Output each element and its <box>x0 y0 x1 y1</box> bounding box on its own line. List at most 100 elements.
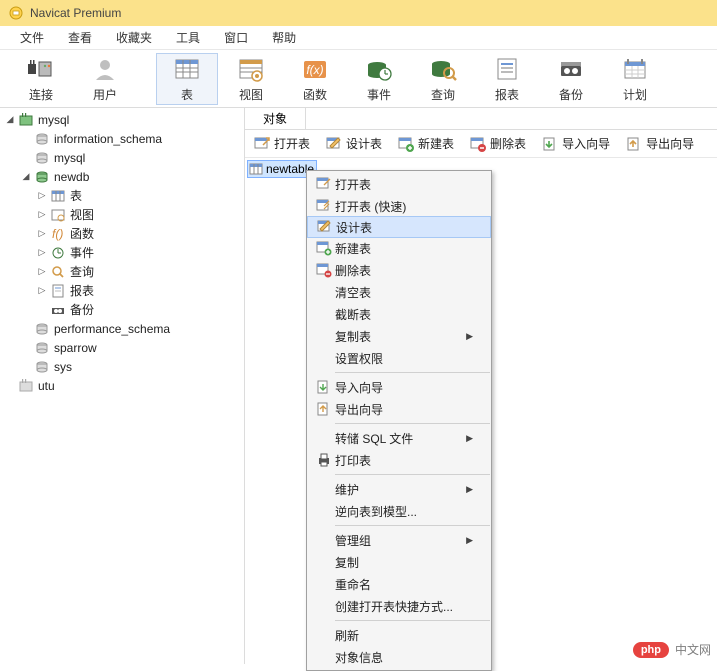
fx-icon: f() <box>50 226 66 242</box>
cm-import-wizard[interactable]: 导入向导 <box>307 376 491 398</box>
menu-view[interactable]: 查看 <box>56 26 104 49</box>
tool-event-button[interactable]: 事件 <box>348 53 410 105</box>
cm-rename[interactable]: 重命名 <box>307 573 491 595</box>
tool-schedule-button[interactable]: 计划 <box>604 53 666 105</box>
database-icon <box>34 321 50 337</box>
tree-node-reports[interactable]: ▷报表 <box>0 281 244 300</box>
table-icon <box>173 54 201 84</box>
tool-query-button[interactable]: 查询 <box>412 53 474 105</box>
tool-connect-button[interactable]: 连接 <box>10 53 72 105</box>
menu-separator <box>335 423 490 424</box>
expand-icon[interactable]: ▷ <box>36 190 48 202</box>
tree-node-functions[interactable]: ▷f()函数 <box>0 224 244 243</box>
expand-icon[interactable]: ▷ <box>36 228 48 240</box>
collapse-icon[interactable]: ◢ <box>20 171 32 183</box>
tree-node-events[interactable]: ▷事件 <box>0 243 244 262</box>
tree-db-mysql[interactable]: mysql <box>0 148 244 167</box>
table-icon <box>248 161 264 177</box>
cm-manage-group[interactable]: 管理组▶ <box>307 529 491 551</box>
backup-icon <box>557 54 585 84</box>
tree-db-sys[interactable]: sys <box>0 357 244 376</box>
database-open-icon <box>34 169 50 185</box>
filter-input[interactable] <box>306 108 717 129</box>
tree-db-performance-schema[interactable]: performance_schema <box>0 319 244 338</box>
tab-object[interactable]: 对象 <box>245 108 306 129</box>
tool-table-button[interactable]: 表 <box>156 53 218 105</box>
fx-icon: f(x) <box>301 54 329 84</box>
cm-copy-table[interactable]: 复制表▶ <box>307 325 491 347</box>
cm-open-table[interactable]: 打开表 <box>307 173 491 195</box>
print-icon <box>313 452 335 468</box>
design-table-button[interactable]: 设计表 <box>323 133 385 154</box>
tree-conn-utu[interactable]: utu <box>0 376 244 395</box>
tree-node-views[interactable]: ▷视图 <box>0 205 244 224</box>
export-icon <box>626 136 642 152</box>
user-icon <box>92 54 118 84</box>
import-icon <box>313 379 335 395</box>
main-toolbar: 连接 用户 表 视图 f(x) 函数 事件 查询 报表 备份 计划 <box>0 50 717 108</box>
delete-table-button[interactable]: 删除表 <box>467 133 529 154</box>
menu-help[interactable]: 帮助 <box>260 26 308 49</box>
cm-delete-table[interactable]: 删除表 <box>307 259 491 281</box>
expand-icon[interactable]: ▷ <box>36 247 48 259</box>
delete-table-icon <box>470 136 486 152</box>
cm-reverse-model[interactable]: 逆向表到模型... <box>307 500 491 522</box>
cm-maintain[interactable]: 维护▶ <box>307 478 491 500</box>
cm-set-priv[interactable]: 设置权限 <box>307 347 491 369</box>
cm-create-shortcut[interactable]: 创建打开表快捷方式... <box>307 595 491 617</box>
tree-conn-mysql[interactable]: ◢ mysql <box>0 110 244 129</box>
new-table-button[interactable]: 新建表 <box>395 133 457 154</box>
menu-tools[interactable]: 工具 <box>164 26 212 49</box>
design-table-icon <box>326 136 342 152</box>
menu-separator <box>335 474 490 475</box>
query-icon <box>429 54 457 84</box>
menu-window[interactable]: 窗口 <box>212 26 260 49</box>
import-wizard-button[interactable]: 导入向导 <box>539 133 613 154</box>
view-icon <box>237 54 265 84</box>
cm-dump-sql[interactable]: 转储 SQL 文件▶ <box>307 427 491 449</box>
tool-view-button[interactable]: 视图 <box>220 53 282 105</box>
content-tabs: 对象 <box>245 108 717 130</box>
tool-backup-button[interactable]: 备份 <box>540 53 602 105</box>
cm-refresh[interactable]: 刷新 <box>307 624 491 646</box>
menu-favorites[interactable]: 收藏夹 <box>104 26 164 49</box>
tool-user-button[interactable]: 用户 <box>74 53 136 105</box>
watermark-text: 中文网 <box>675 641 711 658</box>
submenu-arrow-icon: ▶ <box>466 331 473 342</box>
tool-function-button[interactable]: f(x) 函数 <box>284 53 346 105</box>
expand-icon[interactable]: ▷ <box>36 285 48 297</box>
cm-copy[interactable]: 复制 <box>307 551 491 573</box>
cm-new-table[interactable]: 新建表 <box>307 237 491 259</box>
database-icon <box>34 340 50 356</box>
event-icon <box>365 54 393 84</box>
connection-off-icon <box>18 378 34 394</box>
cm-design-table[interactable]: 设计表 <box>307 216 491 238</box>
open-table-button[interactable]: 打开表 <box>251 133 313 154</box>
cm-truncate-table[interactable]: 清空表 <box>307 281 491 303</box>
cm-print-table[interactable]: 打印表 <box>307 449 491 471</box>
cm-trunc-table2[interactable]: 截断表 <box>307 303 491 325</box>
submenu-arrow-icon: ▶ <box>466 535 473 546</box>
expand-icon[interactable]: ▷ <box>36 266 48 278</box>
tree-node-queries[interactable]: ▷查询 <box>0 262 244 281</box>
submenu-arrow-icon: ▶ <box>466 433 473 444</box>
backup-icon <box>50 302 66 318</box>
tree-db-newdb[interactable]: ◢newdb <box>0 167 244 186</box>
tool-report-button[interactable]: 报表 <box>476 53 538 105</box>
plug-icon <box>26 54 56 84</box>
cm-export-wizard[interactable]: 导出向导 <box>307 398 491 420</box>
collapse-icon[interactable]: ◢ <box>4 114 16 126</box>
cm-object-info[interactable]: 对象信息 <box>307 646 491 668</box>
database-icon <box>34 131 50 147</box>
connection-tree[interactable]: ◢ mysql information_schema mysql ◢newdb … <box>0 108 245 664</box>
cm-open-table-fast[interactable]: 打开表 (快速) <box>307 195 491 217</box>
menu-file[interactable]: 文件 <box>8 26 56 49</box>
submenu-arrow-icon: ▶ <box>466 484 473 495</box>
tree-db-sparrow[interactable]: sparrow <box>0 338 244 357</box>
app-logo-icon <box>8 5 24 21</box>
tree-db-information-schema[interactable]: information_schema <box>0 129 244 148</box>
tree-node-tables[interactable]: ▷表 <box>0 186 244 205</box>
tree-node-backups[interactable]: 备份 <box>0 300 244 319</box>
expand-icon[interactable]: ▷ <box>36 209 48 221</box>
export-wizard-button[interactable]: 导出向导 <box>623 133 697 154</box>
